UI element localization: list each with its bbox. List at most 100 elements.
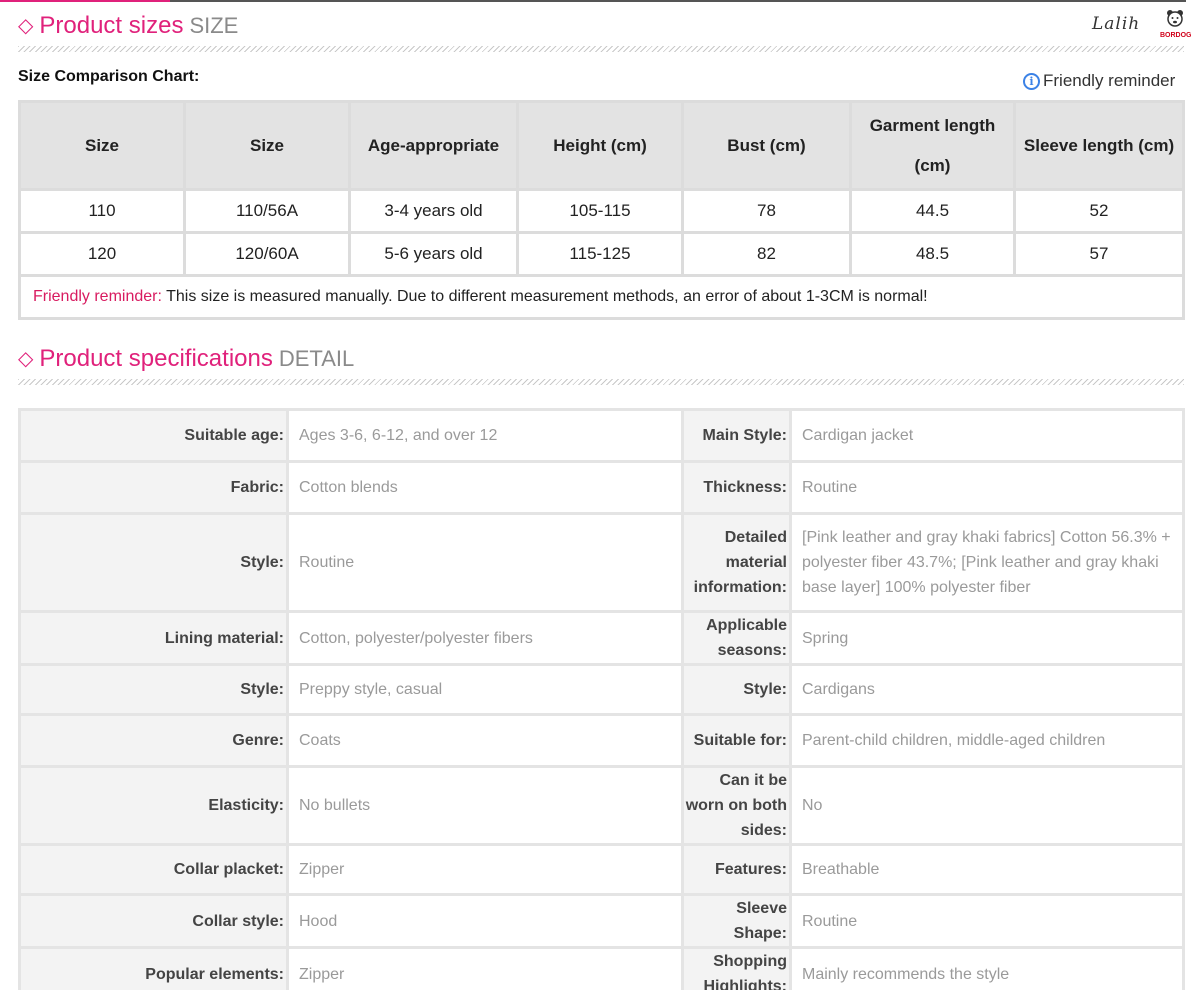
spec-value: Preppy style, casual <box>286 663 684 716</box>
size-note: Friendly reminder: This size is measured… <box>18 274 1185 320</box>
size-note-row: Friendly reminder: This size is measured… <box>18 274 1185 320</box>
spec-value: No <box>789 765 1185 846</box>
table-row: 110 110/56A 3-4 years old 105-115 78 44.… <box>18 188 1185 234</box>
spec-value: Zipper <box>286 946 684 990</box>
cell: 57 <box>1013 231 1185 277</box>
spec-row: Lining material: Cotton, polyester/polye… <box>18 610 1185 666</box>
size-chart-label: Size Comparison Chart: <box>18 68 200 85</box>
header-garment-length: Garment length (cm) <box>849 100 1016 191</box>
sizes-subtitle-text: SIZE <box>189 13 239 38</box>
spec-value: [Pink leather and gray khaki fabrics] Co… <box>789 512 1185 613</box>
cell: 105-115 <box>516 188 684 234</box>
brand-logo: Lalih BORDOG <box>1092 8 1192 44</box>
cell: 44.5 <box>849 188 1016 234</box>
sizes-title-text: Product sizes <box>39 12 184 39</box>
spec-key: Thickness: <box>681 460 792 515</box>
spec-key: Collar style: <box>18 893 289 949</box>
cell: 110/56A <box>183 188 351 234</box>
diamond-icon: ◇ <box>18 348 34 370</box>
spec-value: Zipper <box>286 843 684 896</box>
top-divider <box>0 0 1186 2</box>
spec-value: Cardigans <box>789 663 1185 716</box>
cell: 120 <box>18 231 186 277</box>
top-divider-accent <box>0 0 170 2</box>
size-table-header-row: Size Size Age-appropriate Height (cm) Bu… <box>18 100 1185 191</box>
spec-key: Elasticity: <box>18 765 289 846</box>
spec-value: Cotton, polyester/polyester fibers <box>286 610 684 666</box>
header-age: Age-appropriate <box>348 100 519 191</box>
spec-row: Popular elements: Zipper Shopping Highli… <box>18 946 1185 990</box>
cell: 82 <box>681 231 852 277</box>
spec-value: Breathable <box>789 843 1185 896</box>
spec-key: Can it be worn on both sides: <box>681 765 792 846</box>
spec-key: Style: <box>18 512 289 613</box>
note-label: Friendly reminder: <box>33 288 162 305</box>
spec-value: Parent-child children, middle-aged child… <box>789 713 1185 768</box>
header-size: Size <box>18 100 186 191</box>
spec-value: Coats <box>286 713 684 768</box>
spec-row: Fabric: Cotton blends Thickness: Routine <box>18 460 1185 515</box>
cell: 5-6 years old <box>348 231 519 277</box>
spec-value: Hood <box>286 893 684 949</box>
cell: 48.5 <box>849 231 1016 277</box>
header-size-code: Size <box>183 100 351 191</box>
note-text: This size is measured manually. Due to d… <box>161 288 928 305</box>
spec-value: No bullets <box>286 765 684 846</box>
spec-row: Collar placket: Zipper Features: Breatha… <box>18 843 1185 896</box>
spec-row: Elasticity: No bullets Can it be worn on… <box>18 765 1185 846</box>
spec-key: Shopping Highlights: <box>681 946 792 990</box>
spec-hatch-divider <box>18 379 1184 385</box>
spec-value: Cotton blends <box>286 460 684 515</box>
spec-value: Mainly recommends the style <box>789 946 1185 990</box>
spec-title-text: Product specifications <box>39 345 273 372</box>
spec-row: Genre: Coats Suitable for: Parent-child … <box>18 713 1185 768</box>
spec-row: Style: Routine Detailed material informa… <box>18 512 1185 613</box>
spec-key: Style: <box>18 663 289 716</box>
header-bust: Bust (cm) <box>681 100 852 191</box>
friendly-reminder-link[interactable]: i Friendly reminder <box>1023 71 1175 91</box>
spec-value: Ages 3-6, 6-12, and over 12 <box>286 408 684 463</box>
size-comparison-table: Size Size Age-appropriate Height (cm) Bu… <box>18 100 1185 320</box>
cell: 115-125 <box>516 231 684 277</box>
spec-key: Main Style: <box>681 408 792 463</box>
info-icon: i <box>1023 72 1040 90</box>
spec-value: Routine <box>286 512 684 613</box>
spec-value: Cardigan jacket <box>789 408 1185 463</box>
spec-key: Sleeve Shape: <box>681 893 792 949</box>
cell: 52 <box>1013 188 1185 234</box>
spec-value: Routine <box>789 460 1185 515</box>
spec-key: Fabric: <box>18 460 289 515</box>
friendly-reminder-text: Friendly reminder <box>1043 71 1176 90</box>
header-height: Height (cm) <box>516 100 684 191</box>
sizes-section-title: ◇ Product sizes SIZE <box>18 12 238 40</box>
logo-script-text: Lalih <box>1092 14 1141 34</box>
spec-row: Suitable age: Ages 3-6, 6-12, and over 1… <box>18 408 1185 463</box>
spec-row: Style: Preppy style, casual Style: Cardi… <box>18 663 1185 716</box>
spec-key: Lining material: <box>18 610 289 666</box>
cell: 78 <box>681 188 852 234</box>
spec-key: Suitable for: <box>681 713 792 768</box>
spec-key: Genre: <box>18 713 289 768</box>
spec-key: Suitable age: <box>18 408 289 463</box>
cell: 3-4 years old <box>348 188 519 234</box>
sizes-hatch-divider <box>18 46 1184 52</box>
logo-brand-text: BORDOG <box>1160 32 1192 39</box>
header-sleeve-length: Sleeve length (cm) <box>1013 100 1185 191</box>
spec-key: Detailed material information: <box>681 512 792 613</box>
spec-row: Collar style: Hood Sleeve Shape: Routine <box>18 893 1185 949</box>
spec-subtitle-text: DETAIL <box>278 346 355 371</box>
header-garment-length-line2: (cm) <box>914 155 951 175</box>
header-garment-length-line1: Garment length <box>869 115 996 135</box>
spec-key: Features: <box>681 843 792 896</box>
table-row: 120 120/60A 5-6 years old 115-125 82 48.… <box>18 231 1185 277</box>
cell: 120/60A <box>183 231 351 277</box>
spec-table: Suitable age: Ages 3-6, 6-12, and over 1… <box>18 408 1185 990</box>
spec-value: Routine <box>789 893 1185 949</box>
spec-section-title: ◇ Product specifications DETAIL <box>18 345 354 373</box>
spec-value: Spring <box>789 610 1185 666</box>
cell: 110 <box>18 188 186 234</box>
spec-key: Style: <box>681 663 792 716</box>
spec-key: Collar placket: <box>18 843 289 896</box>
diamond-icon: ◇ <box>18 15 34 37</box>
spec-key: Applicable seasons: <box>681 610 792 666</box>
